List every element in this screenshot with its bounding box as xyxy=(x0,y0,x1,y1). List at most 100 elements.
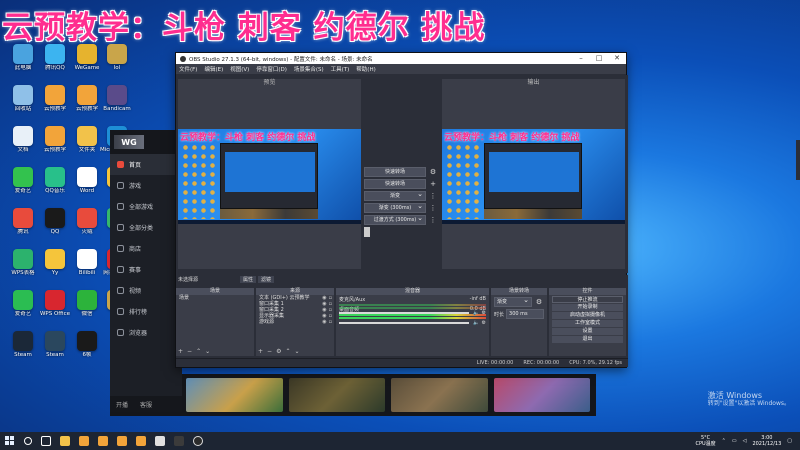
thumbnail-4[interactable] xyxy=(493,378,590,412)
taskbar-clock[interactable]: 3:00 2021/12/13 xyxy=(752,435,781,447)
volume-icon[interactable]: ◁ xyxy=(743,438,747,444)
desktop-icon[interactable]: QQ xyxy=(38,208,72,236)
control-button[interactable]: 工作室模式 xyxy=(552,320,623,327)
desktop-icon[interactable]: 爱奇艺 xyxy=(6,167,40,195)
launcher-nav-item[interactable]: 浏览器 xyxy=(110,322,182,343)
launcher-nav-item[interactable]: 商店 xyxy=(110,238,182,259)
bandicam-icon[interactable] xyxy=(174,436,184,446)
scene-item[interactable]: 场景 xyxy=(176,295,254,301)
desktop-icon[interactable]: Steam xyxy=(6,331,40,359)
transition-button[interactable]: 快速转场 xyxy=(364,167,426,177)
desktop-icon[interactable]: 腾讯 xyxy=(6,208,40,236)
launcher-nav-item[interactable]: 排行榜 xyxy=(110,301,182,322)
gear-icon[interactable]: ⚙ xyxy=(482,320,486,326)
menu-item[interactable]: 场景集合(S) xyxy=(294,65,324,73)
program-pane[interactable]: 输出 云预教学：斗枪 刺客 约德尔 挑战 xyxy=(442,79,625,269)
properties-button[interactable]: 属性 xyxy=(240,276,257,283)
desktop-icon[interactable]: QQ音乐 xyxy=(38,167,72,195)
launcher-footer-live[interactable]: 开播 xyxy=(116,400,128,409)
eye-icon[interactable]: ◉ xyxy=(322,319,326,325)
wegame-icon[interactable] xyxy=(155,436,165,446)
notification-icon[interactable]: ▢ xyxy=(787,438,792,444)
add-icon[interactable]: + xyxy=(178,348,183,355)
launcher-nav-item[interactable]: 游戏 xyxy=(110,175,182,196)
speaker-icon[interactable]: 🔈 xyxy=(473,320,479,326)
desktop-icon[interactable]: 6帧 xyxy=(70,331,104,359)
obs-icon[interactable] xyxy=(193,436,203,446)
move-down-icon[interactable]: ⌄ xyxy=(205,348,210,355)
desktop-icon[interactable]: lol xyxy=(100,44,134,72)
move-down-icon[interactable]: ⌄ xyxy=(294,348,299,355)
more-icon[interactable]: ⋮ xyxy=(428,203,438,213)
control-button[interactable]: 启动虚拟摄像机 xyxy=(552,312,623,319)
yunyu-app-icon[interactable] xyxy=(136,436,146,446)
menu-item[interactable]: 文件(F) xyxy=(179,65,197,73)
control-button[interactable]: 退出 xyxy=(552,336,623,343)
desktop-icon[interactable]: WPS表格 xyxy=(6,249,40,277)
volume-slider[interactable] xyxy=(339,322,470,324)
desktop-icon[interactable]: 爱奇艺 xyxy=(6,290,40,318)
add-icon[interactable]: + xyxy=(258,348,263,355)
menu-item[interactable]: 视图(V) xyxy=(230,65,249,73)
desktop-icon[interactable]: 腾讯QQ xyxy=(38,44,72,72)
menu-item[interactable]: 帮助(H) xyxy=(356,65,375,73)
obs-studio-window[interactable]: OBS Studio 27.1.3 (64-bit, windows) - 配置… xyxy=(175,52,628,368)
weather-widget[interactable]: 5°C CPU温度 xyxy=(695,435,715,447)
desktop-icon[interactable]: Yy xyxy=(38,249,72,277)
cut-transition-select[interactable]: 过渡方式 (300ms) xyxy=(364,214,426,225)
thumbnail-2[interactable] xyxy=(288,378,385,412)
task-view-icon[interactable] xyxy=(41,436,51,446)
launcher-nav-item[interactable]: 全部游戏 xyxy=(110,196,182,217)
control-button[interactable]: 开始录制 xyxy=(552,304,623,311)
desktop-icon[interactable]: 云预教学 xyxy=(38,126,72,154)
desktop-icon[interactable]: 火绒 xyxy=(70,208,104,236)
control-button[interactable]: 停止推流 xyxy=(552,296,623,303)
network-icon[interactable]: ▭ xyxy=(732,438,737,444)
gear-icon[interactable]: ⚙ xyxy=(276,348,281,355)
t-bar-slider[interactable] xyxy=(364,227,370,237)
gear-icon[interactable]: ⚙ xyxy=(534,297,544,307)
remove-icon[interactable]: − xyxy=(187,348,192,355)
menu-item[interactable]: 编辑(E) xyxy=(204,65,223,73)
fade-transition-select[interactable]: 渐变 xyxy=(364,190,426,201)
desktop-icon[interactable]: 云预教学 xyxy=(38,85,72,113)
launcher-nav-item[interactable]: 赛事 xyxy=(110,259,182,280)
more-icon[interactable]: ⋮ xyxy=(428,215,438,225)
maximize-icon[interactable]: □ xyxy=(590,53,608,64)
desktop-icon[interactable]: WPS Office xyxy=(38,290,72,318)
desktop-icon[interactable]: 回收站 xyxy=(6,85,40,113)
desktop-icon[interactable]: Steam xyxy=(38,331,72,359)
desktop-icon[interactable]: 云预教学 xyxy=(70,85,104,113)
desktop-icon[interactable]: WeGame xyxy=(70,44,104,72)
search-icon[interactable] xyxy=(24,437,32,445)
game-launcher-window[interactable]: WG 首页 游戏 全部游戏 全部分类 商店 赛事 视频 排行榜 浏览器 开播 客服 xyxy=(110,130,182,412)
file-explorer-icon[interactable] xyxy=(60,436,70,446)
obs-titlebar[interactable]: OBS Studio 27.1.3 (64-bit, windows) - 配置… xyxy=(176,53,626,64)
gear-icon[interactable]: ⚙ xyxy=(428,167,438,177)
yunyu-app-icon[interactable] xyxy=(117,436,127,446)
source-item[interactable]: 游戏源 ◉ ▫ xyxy=(256,319,334,325)
transition-type-select[interactable]: 渐变 xyxy=(494,296,532,307)
yunyu-app-icon[interactable] xyxy=(79,436,89,446)
control-button[interactable]: 设置 xyxy=(552,328,623,335)
desktop-icon[interactable]: 微信 xyxy=(70,290,104,318)
thumbnail-1[interactable] xyxy=(186,378,283,412)
move-up-icon[interactable]: ⌃ xyxy=(285,348,290,355)
desktop-icon[interactable]: 此电脑 xyxy=(6,44,40,72)
more-icon[interactable]: ⋮ xyxy=(428,191,438,201)
desktop-icon[interactable]: Bilibili xyxy=(70,249,104,277)
move-up-icon[interactable]: ⌃ xyxy=(196,348,201,355)
launcher-nav-item[interactable]: 首页 xyxy=(110,154,182,175)
launcher-nav-item[interactable]: 全部分类 xyxy=(110,217,182,238)
desktop-icon[interactable]: Word xyxy=(70,167,104,195)
yunyu-app-icon[interactable] xyxy=(98,436,108,446)
close-icon[interactable]: ✕ xyxy=(608,53,626,64)
desktop-icon[interactable]: 文档 xyxy=(6,126,40,154)
duration-input[interactable]: 300 ms xyxy=(506,309,544,319)
launcher-nav-item[interactable]: 视频 xyxy=(110,280,182,301)
windows-start-icon[interactable] xyxy=(5,436,15,446)
plus-icon[interactable]: + xyxy=(428,179,438,189)
thumbnail-3[interactable] xyxy=(391,378,488,412)
desktop-icon[interactable]: 文件夹 xyxy=(70,126,104,154)
filters-button[interactable]: 滤镜 xyxy=(258,276,275,283)
